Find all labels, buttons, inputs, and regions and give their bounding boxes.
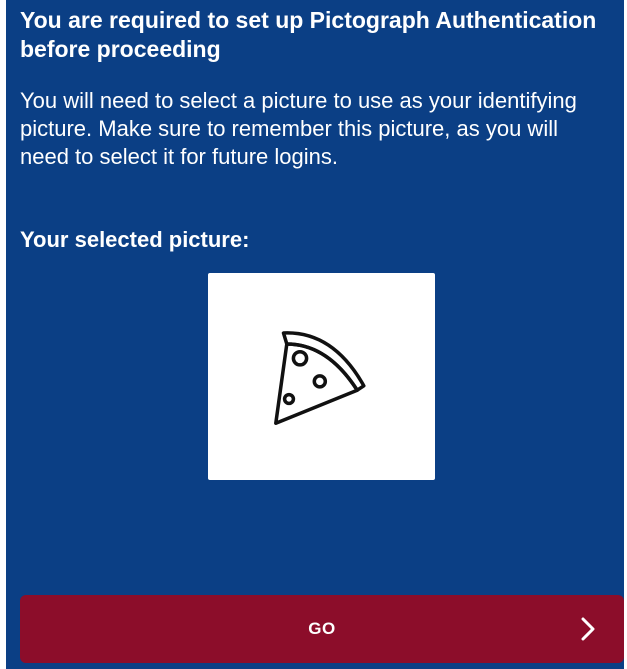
go-button[interactable]: GO [20, 595, 624, 663]
selected-picture-label: Your selected picture: [20, 227, 250, 252]
instructions-text: You will need to select a picture to use… [20, 88, 577, 169]
chevron-right-icon [581, 617, 595, 641]
page-title: You are required to set up Pictograph Au… [20, 7, 597, 62]
go-button-label: GO [308, 619, 336, 638]
pizza-slice-icon [273, 330, 366, 425]
auth-setup-screen: You are required to set up Pictograph Au… [6, 0, 624, 669]
selected-picture-card [208, 273, 435, 480]
